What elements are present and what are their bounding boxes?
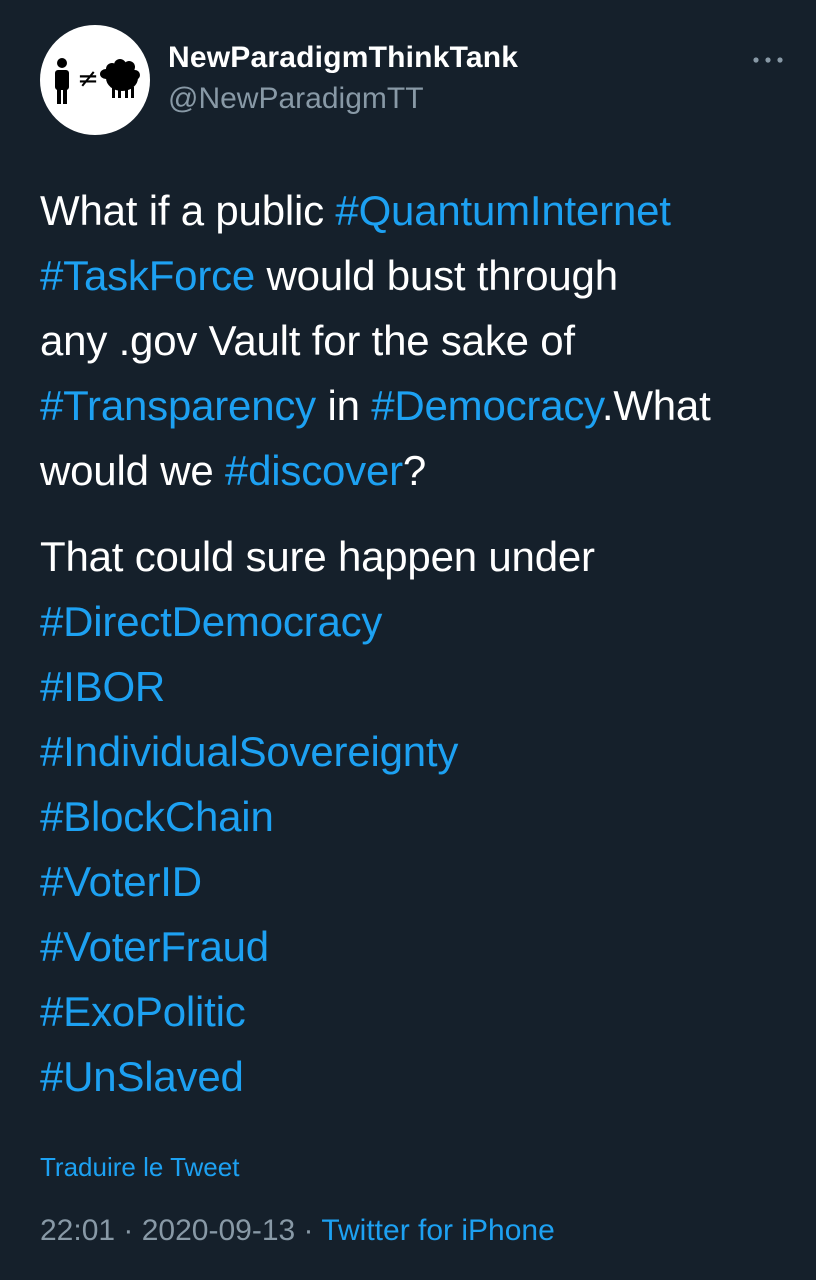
tweet-line: #VoterFraud bbox=[40, 914, 780, 979]
tweet-text-segment: would we bbox=[40, 447, 225, 494]
meta-separator: · bbox=[115, 1214, 142, 1247]
hashtag-link[interactable]: #TaskForce bbox=[40, 252, 255, 299]
meta-separator: · bbox=[295, 1214, 322, 1247]
tweet-time: 22:01 bbox=[40, 1214, 116, 1247]
tweet-text-segment: What if a public bbox=[40, 187, 336, 234]
hashtag-link[interactable]: #BlockChain bbox=[40, 793, 274, 840]
tweet-text-segment: in bbox=[315, 382, 372, 429]
hashtag-link[interactable]: #VoterFraud bbox=[40, 923, 269, 970]
tweet-text-segment: ? bbox=[402, 447, 427, 494]
hashtag-link[interactable]: #DirectDemocracy bbox=[40, 598, 382, 645]
tweet-text-segment: .What bbox=[601, 382, 711, 429]
tweet-line: #IBOR bbox=[40, 654, 780, 719]
tweet-line: any .gov Vault for the sake of bbox=[40, 308, 780, 373]
author-name[interactable]: NewParadigmThinkTank bbox=[168, 41, 518, 75]
hashtag-link[interactable]: #Transparency bbox=[40, 382, 316, 429]
tweet-line: #BlockChain bbox=[40, 784, 780, 849]
tweet-text: What if a public #QuantumInternet #TaskF… bbox=[40, 178, 780, 1109]
hashtag-link[interactable]: #ExoPolitic bbox=[40, 988, 246, 1035]
avatar[interactable]: ≠ bbox=[40, 25, 150, 135]
tweet-line: #IndividualSovereignty bbox=[40, 719, 780, 784]
more-horizontal-icon[interactable] bbox=[748, 48, 788, 72]
hashtag-link[interactable]: #VoterID bbox=[40, 858, 202, 905]
tweet-date: 2020-09-13 bbox=[141, 1214, 296, 1247]
tweet-source-link[interactable]: Twitter for iPhone bbox=[321, 1214, 554, 1247]
tweet-line: would we #discover? bbox=[40, 438, 780, 503]
tweet-line: #UnSlaved bbox=[40, 1044, 780, 1109]
tweet-text-segment: would bust through bbox=[255, 252, 619, 299]
hashtag-link[interactable]: #discover bbox=[225, 447, 403, 494]
tweet-line: #VoterID bbox=[40, 849, 780, 914]
hashtag-link[interactable]: #UnSlaved bbox=[40, 1053, 244, 1100]
hashtag-link[interactable]: #QuantumInternet bbox=[335, 187, 671, 234]
tweet-line: #DirectDemocracy bbox=[40, 589, 780, 654]
hashtag-link[interactable]: #Democracy bbox=[371, 382, 602, 429]
hashtag-link[interactable]: #IndividualSovereignty bbox=[40, 728, 458, 775]
tweet-meta: 22:01 · 2020-09-13 · Twitter for iPhone bbox=[40, 1214, 555, 1248]
hashtag-link[interactable]: #IBOR bbox=[40, 663, 165, 710]
tweet-text-segment: any .gov Vault for the sake of bbox=[40, 317, 575, 364]
not-equal-symbol: ≠ bbox=[77, 64, 99, 94]
tweet-detail: ≠ NewParadigmThinkTank @NewParadigmTT Wh… bbox=[0, 0, 816, 1280]
tweet-line: That could sure happen under bbox=[40, 524, 780, 589]
tweet-line: #Transparency in #Democracy.What bbox=[40, 373, 780, 438]
author-handle[interactable]: @NewParadigmTT bbox=[168, 82, 424, 116]
person-not-equal-sheep-icon: ≠ bbox=[55, 58, 140, 104]
tweet-line: #ExoPolitic bbox=[40, 979, 780, 1044]
tweet-text-segment: That could sure happen under bbox=[40, 533, 595, 580]
tweet-line: What if a public #QuantumInternet bbox=[40, 178, 780, 243]
translate-tweet-link[interactable]: Traduire le Tweet bbox=[40, 1152, 239, 1183]
tweet-line: #TaskForce would bust through bbox=[40, 243, 780, 308]
